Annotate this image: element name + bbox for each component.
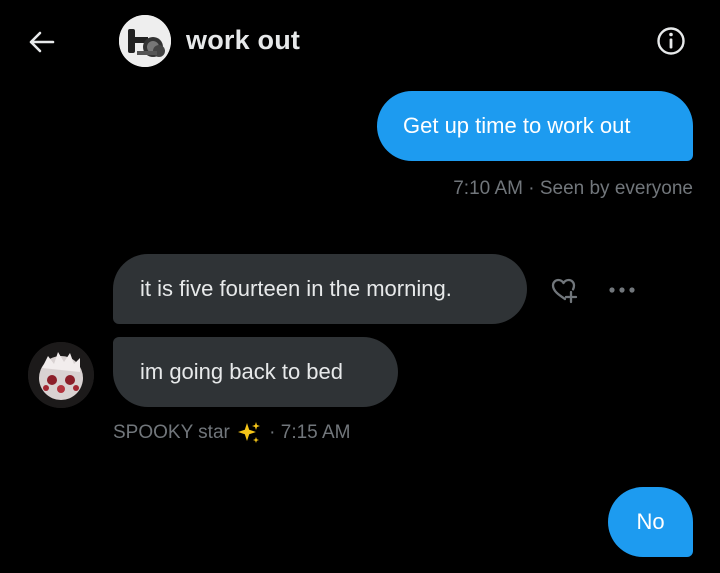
sparkles-icon [237, 422, 260, 443]
more-options-button[interactable] [604, 276, 640, 304]
group-avatar-image [119, 15, 171, 67]
info-button[interactable] [652, 22, 690, 60]
arrow-left-icon [29, 31, 55, 53]
dm-conversation-screen: work out Get up time to work out 7:10 AM… [0, 0, 720, 573]
message-meta-sender: SPOOKY star · 7:15 AM [113, 420, 350, 446]
message-bubble-received[interactable]: im going back to bed [113, 337, 398, 407]
info-icon [657, 27, 685, 55]
react-button[interactable] [546, 274, 582, 306]
heart-plus-icon [551, 278, 578, 304]
conversation-title[interactable]: work out [186, 22, 300, 58]
sender-avatar[interactable] [28, 342, 94, 408]
message-bubble-received[interactable]: it is five fourteen in the morning. [113, 254, 527, 324]
more-horizontal-icon [609, 287, 635, 293]
sender-name[interactable]: SPOOKY star [113, 422, 230, 444]
message-meta-seen: 7:10 AM · Seen by everyone [453, 178, 693, 199]
message-bubble-sent[interactable]: Get up time to work out [377, 91, 693, 161]
sender-avatar-image [28, 342, 94, 408]
group-avatar[interactable] [119, 15, 171, 67]
meta-separator: · [263, 422, 281, 443]
back-button[interactable] [24, 24, 60, 60]
conversation-header: work out [0, 0, 720, 84]
message-bubble-sent[interactable]: No [608, 487, 693, 557]
message-time: 7:15 AM [280, 422, 351, 443]
